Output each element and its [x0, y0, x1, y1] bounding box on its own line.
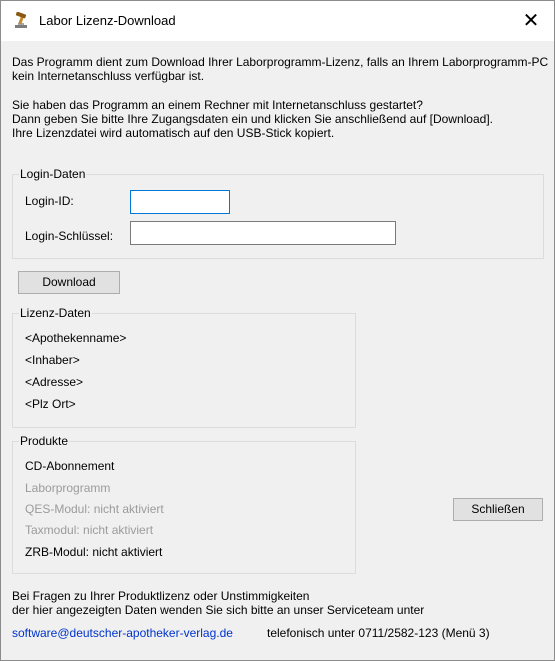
window-title: Labor Lizenz-Download [39, 13, 176, 28]
footer-line-2: der hier angezeigten Daten wenden Sie si… [12, 603, 425, 617]
pharmacy-zip-city: <Plz Ort> [25, 397, 76, 411]
product-item-laborprogramm: Laborprogramm [25, 481, 111, 495]
close-button[interactable]: Schließen [453, 498, 543, 521]
product-item-qes-modul: QES-Modul: nicht aktiviert [25, 502, 164, 516]
title-bar[interactable]: Labor Lizenz-Download ✕ [1, 1, 554, 41]
support-email-link[interactable]: software@deutscher-apotheker-verlag.de [12, 626, 233, 640]
intro-line-1: Das Programm dient zum Download Ihrer La… [12, 55, 549, 69]
close-icon[interactable]: ✕ [516, 7, 546, 35]
license-group-title: Lizenz-Daten [19, 306, 92, 320]
product-item-taxmodul: Taxmodul: nicht aktiviert [25, 523, 154, 537]
product-item-zrb-modul: ZRB-Modul: nicht aktiviert [25, 545, 163, 559]
login-id-input[interactable] [130, 190, 230, 214]
intro-line-3: Sie haben das Programm an einem Rechner … [12, 98, 423, 112]
pharmacy-name: <Apothekenname> [25, 331, 127, 345]
login-key-input[interactable] [130, 221, 396, 245]
login-id-label: Login-ID: [25, 194, 74, 208]
login-group: Login-Daten [12, 167, 544, 259]
pharmacy-address: <Adresse> [25, 375, 84, 389]
product-item-cd-abonnement: CD-Abonnement [25, 459, 115, 473]
footer-line-1: Bei Fragen zu Ihrer Produktlizenz oder U… [12, 589, 310, 603]
intro-line-2: kein Internetanschluss verfügbar ist. [12, 69, 205, 83]
download-button[interactable]: Download [18, 271, 120, 294]
login-group-title: Login-Daten [19, 167, 87, 181]
products-group-title: Produkte [19, 434, 70, 448]
gavel-icon [15, 12, 27, 28]
support-phone: telefonisch unter 0711/2582-123 (Menü 3) [267, 626, 490, 640]
intro-line-5: Ihre Lizenzdatei wird automatisch auf de… [12, 126, 335, 140]
login-key-label: Login-Schlüssel: [25, 229, 114, 243]
dialog-window: Labor Lizenz-Download ✕ Das Programm die… [0, 0, 555, 661]
pharmacy-owner: <Inhaber> [25, 353, 80, 367]
intro-line-4: Dann geben Sie bitte Ihre Zugangsdaten e… [12, 112, 493, 126]
